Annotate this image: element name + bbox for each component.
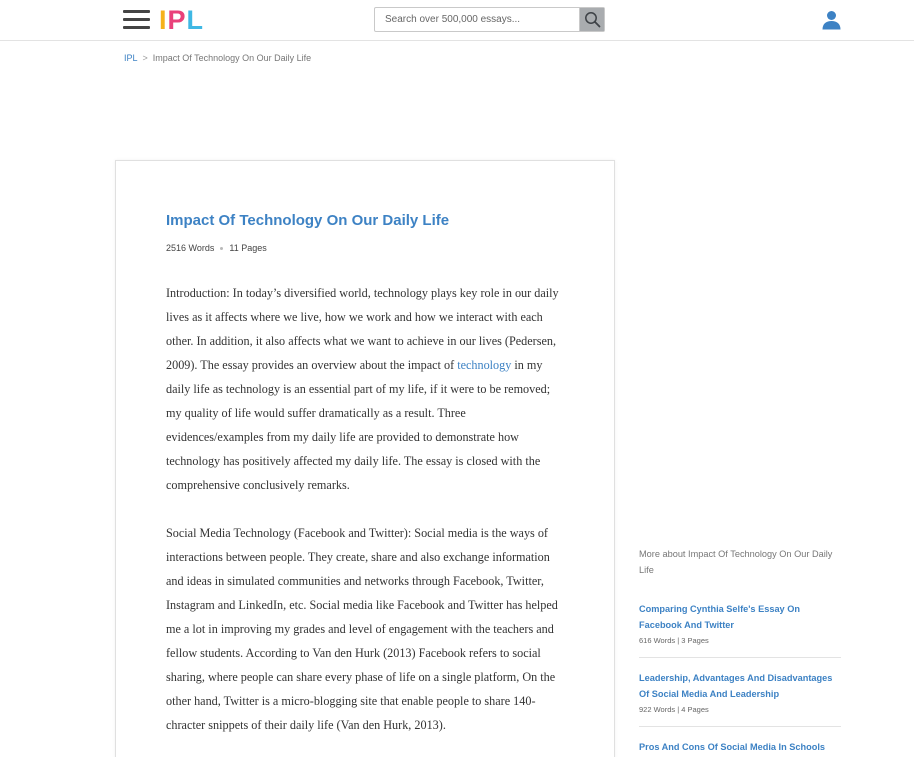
search-box — [374, 7, 605, 32]
search-icon — [585, 12, 601, 28]
essay-paragraph: Social Media Technology (Facebook and Tw… — [166, 526, 558, 732]
breadcrumb: IPL > Impact Of Technology On Our Daily Li… — [124, 53, 311, 63]
related-essay-meta: 616 Words | 3 Pages — [639, 636, 709, 645]
essay-card: Impact Of Technology On Our Daily Life 2… — [115, 160, 615, 757]
user-account-icon[interactable] — [821, 10, 842, 30]
top-header: I P L — [0, 0, 914, 41]
related-essay-meta: 922 Words | 4 Pages — [639, 705, 709, 714]
breadcrumb-home-link[interactable]: IPL — [124, 53, 138, 63]
related-essay: Leadership, Advantages And Disadvantages… — [639, 670, 841, 727]
essay-body: Introduction: In today’s diversified wor… — [166, 281, 566, 757]
essay-meta: 2516 Words 11 Pages — [166, 243, 267, 253]
related-sidebar: More about Impact Of Technology On Our D… — [639, 546, 841, 757]
related-essay-link[interactable]: Leadership, Advantages And Disadvantages… — [639, 670, 841, 702]
menu-bar — [123, 10, 150, 13]
menu-bar — [123, 26, 150, 29]
more-about-heading: More about Impact Of Technology On Our D… — [639, 549, 833, 575]
search-input[interactable] — [375, 8, 580, 31]
technology-link[interactable]: technology — [457, 358, 511, 372]
breadcrumb-separator: > — [142, 53, 148, 63]
ipl-logo[interactable]: I P L — [159, 3, 204, 37]
search-button[interactable] — [579, 8, 604, 31]
logo-letter-i: I — [159, 4, 168, 35]
meta-dot — [220, 246, 224, 250]
word-count: 2516 Words — [166, 243, 215, 253]
essay-paragraph: Introduction: In today’s diversified wor… — [166, 281, 566, 497]
page-count: 11 Pages — [229, 243, 267, 253]
logo-letter-l: L — [186, 4, 205, 35]
logo-letter-p: P — [167, 4, 187, 35]
breadcrumb-current: Impact Of Technology On Our Daily Life — [152, 53, 312, 63]
menu-icon[interactable] — [123, 9, 150, 31]
essay-title: Impact Of Technology On Our Daily Life — [166, 212, 450, 229]
related-essay: Pros And Cons Of Social Media In Schools — [639, 739, 841, 757]
related-essay-link[interactable]: Comparing Cynthia Selfe's Essay On Faceb… — [639, 601, 841, 633]
related-essay-link[interactable]: Pros And Cons Of Social Media In Schools — [639, 739, 841, 755]
related-essay: Comparing Cynthia Selfe's Essay On Faceb… — [639, 601, 841, 658]
paragraph-text: in my daily life as technology is an ess… — [166, 358, 551, 492]
menu-bar — [123, 18, 150, 21]
